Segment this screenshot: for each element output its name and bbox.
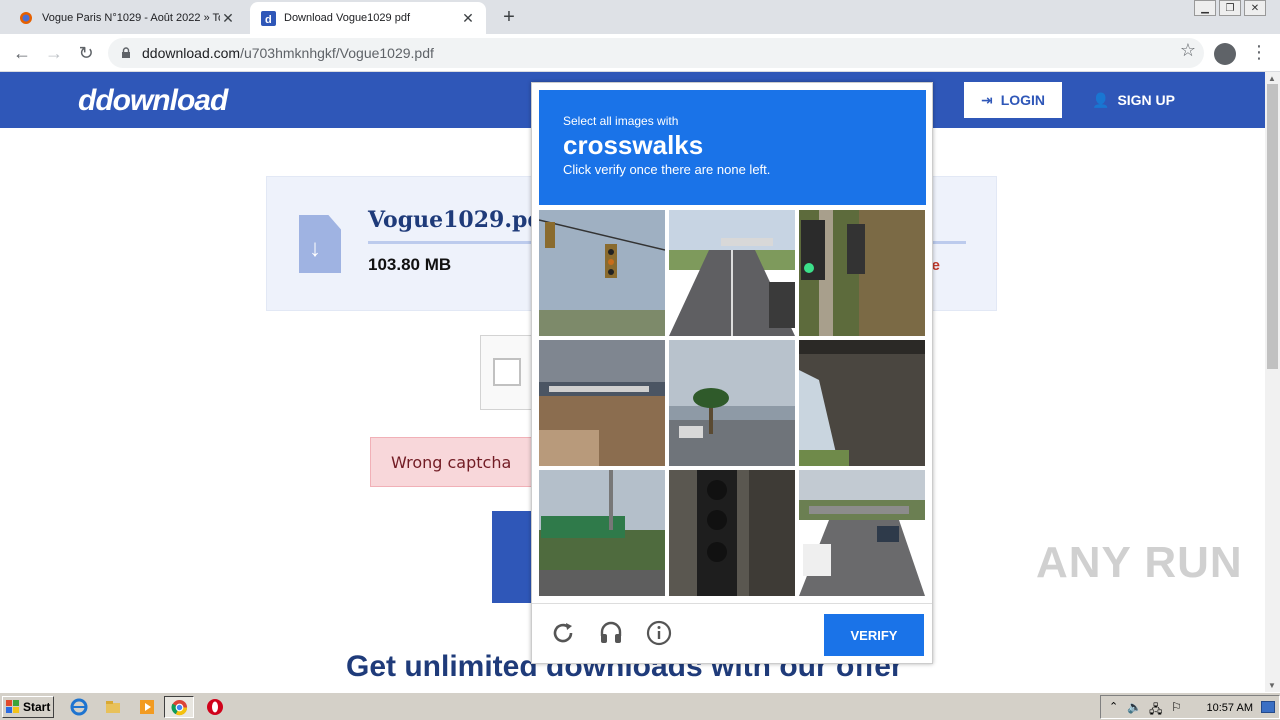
kebab-menu-icon[interactable]: ⋮ bbox=[1250, 42, 1268, 63]
add-user-icon: 👤 bbox=[1092, 91, 1110, 108]
file-download-icon: ↓ bbox=[299, 215, 341, 273]
network-icon[interactable]: 🖧 bbox=[1149, 700, 1162, 720]
start-button[interactable]: Start bbox=[2, 696, 54, 718]
site-logo[interactable]: ddownload bbox=[78, 84, 228, 118]
system-tray: ⌃ 🔈 🖧 ⚐ 10:57 AM bbox=[1100, 695, 1280, 719]
login-label: LOGIN bbox=[1000, 92, 1046, 108]
captcha-tile-palm-tree-road[interactable] bbox=[669, 340, 795, 466]
show-hidden-icons[interactable]: ⌃ bbox=[1109, 700, 1118, 713]
tab-vogue-paris[interactable]: Vogue Paris N°1029 - Août 2022 » To ✕ bbox=[8, 2, 246, 34]
captcha-tile-highway-road[interactable] bbox=[669, 210, 795, 336]
clock[interactable]: 10:57 AM bbox=[1207, 702, 1253, 714]
window-controls: ▁ ❐ ✕ bbox=[1194, 0, 1266, 16]
chrome-taskbar-button[interactable] bbox=[164, 696, 194, 718]
url-path: /u703hmknhgkf/Vogue1029.pdf bbox=[240, 45, 434, 61]
error-alert: Wrong captcha bbox=[370, 437, 540, 487]
signup-link[interactable]: 👤 SIGN UP bbox=[1092, 82, 1175, 118]
close-window-icon[interactable]: ✕ bbox=[1244, 0, 1266, 16]
media-player-icon[interactable] bbox=[138, 698, 156, 716]
address-bar[interactable]: ddownload.com/u703hmknhgkf/Vogue1029.pdf bbox=[108, 38, 1204, 68]
captcha-instructions: Select all images with crosswalks Click … bbox=[539, 90, 926, 205]
profile-avatar-icon[interactable] bbox=[1214, 43, 1236, 65]
captcha-tile-overpass-underside[interactable] bbox=[799, 340, 925, 466]
browser-toolbar: ← → ↻ ddownload.com/u703hmknhgkf/Vogue10… bbox=[0, 34, 1280, 72]
new-tab-button[interactable]: + bbox=[498, 6, 520, 29]
close-tab-icon[interactable]: ✕ bbox=[460, 10, 476, 27]
restore-icon[interactable]: ❐ bbox=[1219, 0, 1241, 16]
tab-strip: Vogue Paris N°1029 - Août 2022 » To ✕ d … bbox=[0, 0, 1280, 34]
recaptcha-checkbox[interactable] bbox=[493, 358, 521, 386]
file-size: 103.80 MB bbox=[368, 255, 452, 274]
chrome-icon bbox=[171, 699, 188, 716]
show-desktop-icon[interactable] bbox=[1261, 701, 1275, 713]
captcha-tile-traffic-lights-sky[interactable] bbox=[539, 210, 665, 336]
verify-button[interactable]: VERIFY bbox=[824, 614, 924, 656]
windows-logo-icon bbox=[6, 700, 19, 713]
volume-icon[interactable]: 🔈 bbox=[1127, 700, 1142, 714]
scroll-down-icon[interactable]: ▼ bbox=[1268, 681, 1276, 690]
reload-challenge-icon[interactable] bbox=[550, 620, 576, 646]
reload-icon[interactable]: ↻ bbox=[74, 41, 98, 65]
login-icon: ⇥ bbox=[980, 91, 993, 108]
instruction-hint: Click verify once there are none left. bbox=[563, 162, 771, 177]
opera-icon[interactable] bbox=[206, 698, 224, 716]
windows-taskbar: Start ⌃ 🔈 🖧 ⚐ 10:57 AM bbox=[0, 692, 1280, 720]
login-button[interactable]: ⇥ LOGIN bbox=[964, 82, 1062, 118]
lock-icon bbox=[122, 47, 130, 58]
minimize-icon[interactable]: ▁ bbox=[1194, 0, 1216, 16]
close-tab-icon[interactable]: ✕ bbox=[220, 10, 236, 27]
internet-explorer-icon[interactable] bbox=[70, 698, 88, 716]
captcha-challenge: Select all images with crosswalks Click … bbox=[531, 82, 933, 664]
bookmark-star-icon[interactable]: ☆ bbox=[1180, 40, 1196, 61]
captcha-tile-highway-signs[interactable] bbox=[539, 470, 665, 596]
svg-text:d: d bbox=[265, 14, 272, 26]
captcha-target: crosswalks bbox=[563, 130, 704, 160]
forward-arrow-icon[interactable]: → bbox=[42, 41, 66, 65]
audio-challenge-icon[interactable] bbox=[598, 620, 624, 646]
firefox-favicon-icon bbox=[18, 10, 34, 26]
start-label: Start bbox=[23, 700, 51, 714]
page-scrollbar[interactable]: ▲ ▼ bbox=[1265, 72, 1280, 692]
url-host: ddownload.com bbox=[142, 45, 241, 61]
info-icon[interactable] bbox=[646, 620, 672, 646]
tab-download[interactable]: d Download Vogue1029 pdf ✕ bbox=[250, 2, 486, 34]
back-arrow-icon[interactable]: ← bbox=[10, 41, 34, 65]
captcha-image-grid bbox=[539, 210, 926, 597]
captcha-tile-traffic-light-closeup[interactable] bbox=[669, 470, 795, 596]
scrollbar-thumb[interactable] bbox=[1267, 84, 1278, 369]
tab-title: Vogue Paris N°1029 - Août 2022 » To bbox=[42, 12, 220, 24]
file-name: Vogue1029.pdf bbox=[368, 207, 553, 233]
ddownload-favicon-icon: d bbox=[260, 10, 276, 26]
captcha-footer: VERIFY bbox=[532, 603, 932, 663]
action-center-flag-icon[interactable]: ⚐ bbox=[1171, 700, 1182, 714]
scroll-up-icon[interactable]: ▲ bbox=[1268, 74, 1276, 83]
file-explorer-icon[interactable] bbox=[104, 698, 122, 716]
signup-label: SIGN UP bbox=[1117, 92, 1176, 108]
anyrun-watermark: ANY RUN bbox=[1036, 538, 1243, 587]
captcha-tile-highway-traffic[interactable] bbox=[799, 470, 925, 596]
captcha-tile-parking-lot[interactable] bbox=[539, 340, 665, 466]
instruction-line: Select all images with bbox=[563, 114, 679, 128]
captcha-tile-traffic-signal-trees[interactable] bbox=[799, 210, 925, 336]
tab-title: Download Vogue1029 pdf bbox=[284, 12, 410, 24]
